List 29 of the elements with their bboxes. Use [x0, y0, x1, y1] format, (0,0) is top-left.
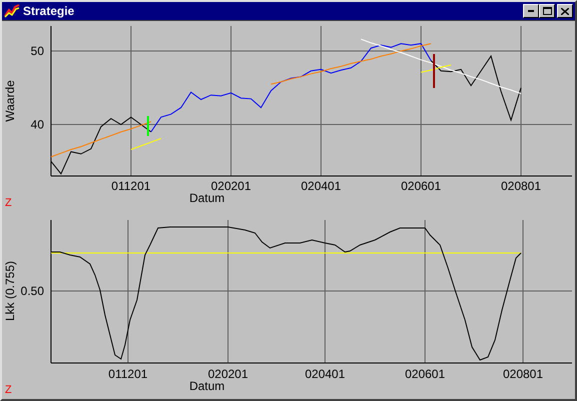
y-tick-label: 50 — [30, 44, 44, 58]
marker-line — [433, 54, 435, 88]
y-tick-label: 0.50 — [20, 284, 44, 298]
close-icon — [561, 8, 569, 14]
x-tick-label: 020801 — [500, 179, 542, 193]
x-tick-label: 020601 — [400, 179, 442, 193]
x-axis-label: Datum — [189, 191, 225, 205]
maximize-icon — [542, 7, 552, 15]
y-tick-label: 40 — [30, 118, 44, 132]
y-axis-label: Waarde — [3, 80, 17, 122]
y-axis-label: Lkk (0.755) — [3, 260, 17, 322]
x-tick-label: 020801 — [502, 367, 544, 381]
minimize-button[interactable] — [523, 4, 539, 18]
x-tick-label: 011201 — [108, 367, 148, 381]
x-tick-label: 020601 — [404, 367, 446, 381]
minimize-icon — [528, 10, 534, 12]
z-marker: Z — [5, 384, 12, 396]
marker-line — [147, 116, 149, 136]
maximize-button[interactable] — [539, 4, 555, 18]
close-button[interactable] — [557, 4, 573, 18]
x-tick-label: 020401 — [300, 179, 342, 193]
x-tick-label: 011201 — [111, 179, 151, 193]
z-marker: Z — [5, 197, 12, 209]
x-axis-label: Datum — [189, 379, 225, 393]
chart-icon — [4, 4, 20, 18]
window-title: Strategie — [23, 3, 76, 20]
x-tick-label: 020401 — [304, 367, 346, 381]
x-tick-label: 020201 — [208, 367, 248, 381]
x-tick-label: 020201 — [210, 179, 252, 193]
